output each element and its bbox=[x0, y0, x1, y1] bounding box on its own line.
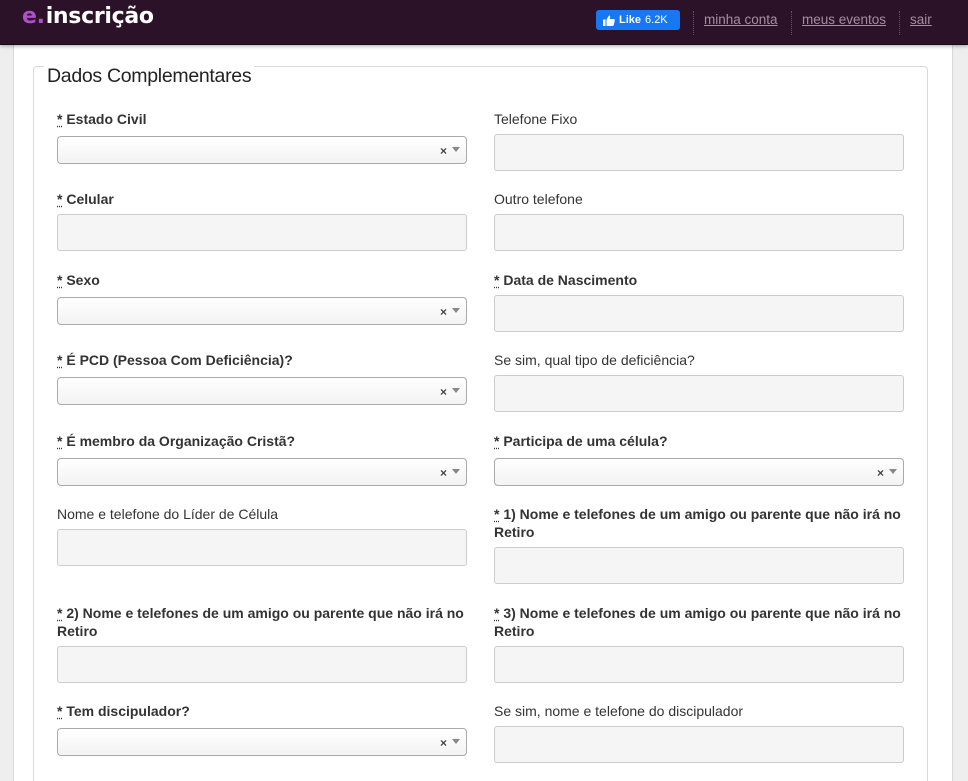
discipulador-nome-label: Se sim, nome e telefone do discipulador bbox=[494, 703, 744, 719]
clear-icon[interactable]: × bbox=[440, 306, 447, 318]
tem-discipulador-select[interactable]: × bbox=[57, 728, 467, 756]
sexo-select[interactable]: × bbox=[57, 297, 467, 325]
clear-icon[interactable]: × bbox=[440, 145, 447, 157]
telefone-fixo-input[interactable] bbox=[494, 134, 904, 171]
outro-telefone-label: Outro telefone bbox=[494, 191, 583, 207]
nav-separator bbox=[791, 11, 792, 35]
chevron-down-icon bbox=[452, 308, 460, 313]
chevron-down-icon bbox=[452, 388, 460, 393]
chevron-down-icon bbox=[889, 469, 897, 474]
chevron-down-icon bbox=[452, 469, 460, 474]
amigo-3-label: * 3) Nome e telefones de um amigo ou par… bbox=[494, 605, 901, 639]
clear-icon[interactable]: × bbox=[877, 467, 884, 479]
section-title: Dados Complementares bbox=[44, 65, 255, 88]
estado-civil-select[interactable]: × bbox=[57, 136, 467, 164]
facebook-like-count: 6.2K bbox=[645, 14, 668, 26]
amigo-3-input[interactable] bbox=[494, 646, 904, 683]
logout-link[interactable]: sair bbox=[910, 12, 932, 27]
membro-organizacao-label: * É membro da Organização Cristã? bbox=[57, 433, 296, 449]
thumbs-up-icon bbox=[603, 14, 615, 26]
my-events-link[interactable]: meus eventos bbox=[802, 12, 886, 27]
telefone-fixo-label: Telefone Fixo bbox=[494, 111, 578, 127]
amigo-1-label: * 1) Nome e telefones de um amigo ou par… bbox=[494, 506, 901, 540]
participa-celula-label: * Participa de uma célula? bbox=[494, 433, 668, 449]
tipo-deficiencia-input[interactable] bbox=[494, 375, 904, 412]
celular-input[interactable] bbox=[57, 214, 467, 251]
clear-icon[interactable]: × bbox=[440, 467, 447, 479]
facebook-like-button[interactable]: Like 6.2K bbox=[596, 10, 680, 30]
pcd-label: * É PCD (Pessoa Com Deficiência)? bbox=[57, 352, 293, 368]
chevron-down-icon bbox=[452, 147, 460, 152]
discipulador-nome-input[interactable] bbox=[494, 726, 904, 763]
membro-organizacao-select[interactable]: × bbox=[57, 458, 467, 486]
facebook-like-label: Like bbox=[619, 14, 642, 26]
amigo-2-input[interactable] bbox=[57, 646, 467, 683]
data-nascimento-input[interactable] bbox=[494, 295, 904, 332]
celular-label: * Celular bbox=[57, 191, 114, 207]
lider-celula-label: Nome e telefone do Líder de Célula bbox=[57, 506, 279, 522]
participa-celula-select[interactable]: × bbox=[494, 458, 904, 486]
sexo-label: * Sexo bbox=[57, 272, 100, 288]
clear-icon[interactable]: × bbox=[440, 386, 447, 398]
data-nascimento-label: * Data de Nascimento bbox=[494, 272, 638, 288]
brand-logo[interactable]: e. inscrição bbox=[22, 4, 154, 29]
lider-celula-input[interactable] bbox=[57, 529, 467, 566]
outro-telefone-input[interactable] bbox=[494, 214, 904, 251]
tem-discipulador-label: * Tem discipulador? bbox=[57, 703, 190, 719]
amigo-2-label: * 2) Nome e telefones de um amigo ou par… bbox=[57, 605, 464, 639]
my-account-link[interactable]: minha conta bbox=[704, 12, 778, 27]
clear-icon[interactable]: × bbox=[440, 737, 447, 749]
estado-civil-label: * Estado Civil bbox=[57, 111, 147, 127]
chevron-down-icon bbox=[452, 739, 460, 744]
tipo-deficiencia-label: Se sim, qual tipo de deficiência? bbox=[494, 352, 695, 368]
top-navigation-bar: e. inscrição Like 6.2K minha conta meus e… bbox=[0, 0, 968, 45]
amigo-1-input[interactable] bbox=[494, 547, 904, 584]
pcd-select[interactable]: × bbox=[57, 377, 467, 405]
nav-separator bbox=[899, 11, 900, 35]
nav-separator bbox=[693, 11, 694, 35]
